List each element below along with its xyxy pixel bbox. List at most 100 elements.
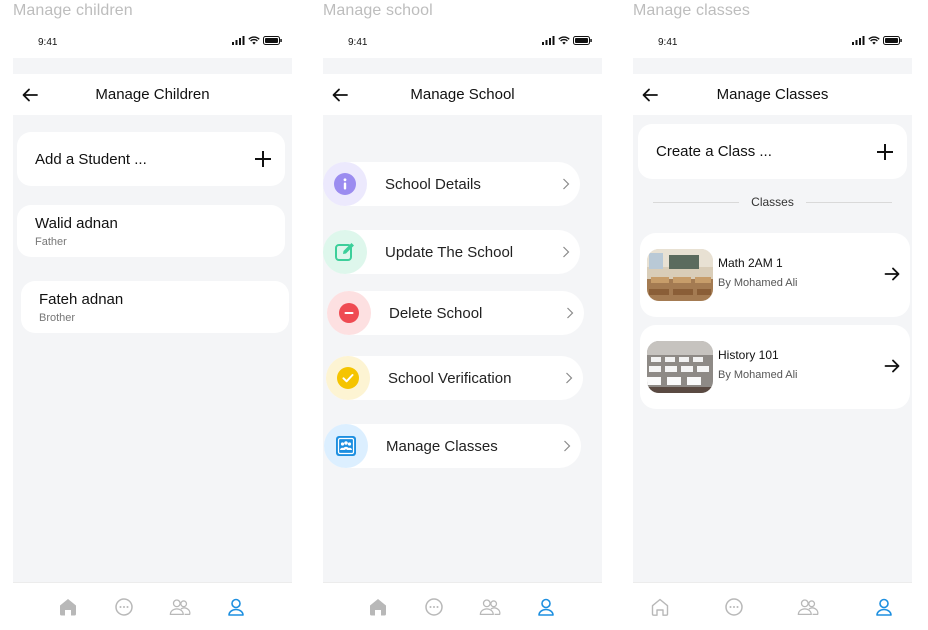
home-icon xyxy=(651,598,669,616)
check-icon xyxy=(337,367,359,389)
child-name: Fateh adnan xyxy=(39,291,124,308)
classroom-photo xyxy=(647,249,713,301)
menu-label: Delete School xyxy=(389,305,483,322)
nav-users[interactable] xyxy=(169,596,191,618)
delete-icon-badge xyxy=(327,291,371,335)
status-bar: 9:41 xyxy=(13,25,292,58)
wifi-icon xyxy=(248,36,260,45)
signal-icon xyxy=(542,36,555,45)
edit-icon-badge xyxy=(323,230,367,274)
nav-home[interactable] xyxy=(649,596,671,618)
users-icon xyxy=(169,599,191,615)
section-label: Classes xyxy=(751,195,794,209)
battery-icon xyxy=(883,36,902,45)
nav-chat[interactable] xyxy=(423,596,445,618)
nav-users[interactable] xyxy=(797,596,819,618)
frame-label-manage-children: Manage children xyxy=(13,2,133,19)
delete-icon xyxy=(339,303,359,323)
chat-icon xyxy=(115,598,133,616)
profile-icon xyxy=(228,598,244,616)
nav-home[interactable] xyxy=(57,596,79,618)
status-bar: 9:41 xyxy=(633,25,912,58)
classroom-icon xyxy=(336,436,356,456)
chevron-right-icon xyxy=(563,178,570,190)
class-teacher: By Mohamed Ali xyxy=(718,277,798,289)
page-title: Manage School xyxy=(410,86,515,103)
classes-section-divider: Classes xyxy=(653,195,892,209)
status-icons xyxy=(852,36,902,45)
nav-chat[interactable] xyxy=(113,596,135,618)
class-title: History 101 xyxy=(718,348,779,362)
menu-delete-school[interactable]: Delete School xyxy=(327,291,584,335)
bottom-nav xyxy=(13,582,292,630)
info-icon-badge xyxy=(323,162,367,206)
plus-icon xyxy=(255,151,271,167)
battery-icon xyxy=(573,36,592,45)
nav-profile[interactable] xyxy=(535,596,557,618)
nav-profile[interactable] xyxy=(873,596,895,618)
home-icon xyxy=(60,599,76,616)
profile-icon xyxy=(538,598,554,616)
chevron-right-icon xyxy=(563,246,570,258)
phone-manage-school: 9:41 Manage School School Details Update… xyxy=(323,25,602,630)
class-card[interactable]: Math 2AM 1 By Mohamed Ali xyxy=(640,233,910,317)
nav-profile[interactable] xyxy=(225,596,247,618)
class-title: Math 2AM 1 xyxy=(718,256,783,270)
divider-line xyxy=(805,201,892,203)
users-icon xyxy=(479,599,501,615)
child-card[interactable]: Walid adnan Father xyxy=(17,205,285,257)
home-icon xyxy=(370,599,386,616)
add-student-label: Add a Student ... xyxy=(35,150,147,168)
phone-manage-children: 9:41 Manage Children Add a Student ... W… xyxy=(13,25,292,630)
bottom-nav xyxy=(633,582,912,630)
battery-icon xyxy=(263,36,282,45)
status-icons xyxy=(232,36,282,45)
menu-label: Manage Classes xyxy=(386,438,498,455)
arrow-right-icon xyxy=(884,267,900,281)
menu-update-school[interactable]: Update The School xyxy=(323,230,580,274)
divider-line xyxy=(653,201,740,203)
child-card[interactable]: Fateh adnan Brother xyxy=(21,281,289,333)
child-relation: Brother xyxy=(39,312,76,324)
signal-icon xyxy=(852,36,865,45)
info-icon xyxy=(334,173,356,195)
status-time: 9:41 xyxy=(38,37,58,48)
signal-icon xyxy=(232,36,245,45)
class-card[interactable]: History 101 By Mohamed Ali xyxy=(640,325,910,409)
menu-label: School Details xyxy=(385,176,481,193)
chat-icon xyxy=(725,598,743,616)
bottom-nav xyxy=(323,582,602,630)
page-title: Manage Children xyxy=(95,86,210,103)
classroom-icon-badge xyxy=(324,424,368,468)
menu-school-details[interactable]: School Details xyxy=(323,162,580,206)
menu-school-verification[interactable]: School Verification xyxy=(326,356,583,400)
plus-icon xyxy=(877,143,893,160)
chevron-right-icon xyxy=(567,307,574,319)
app-bar: Manage School xyxy=(323,74,602,115)
page-title: Manage Classes xyxy=(716,86,829,103)
create-class-label: Create a Class ... xyxy=(656,143,772,160)
class-teacher: By Mohamed Ali xyxy=(718,369,798,381)
menu-label: School Verification xyxy=(388,370,512,387)
chevron-right-icon xyxy=(566,372,573,384)
add-student-button[interactable]: Add a Student ... xyxy=(17,132,285,186)
edit-icon xyxy=(335,243,354,261)
child-relation: Father xyxy=(35,236,67,248)
app-bar: Manage Children xyxy=(13,74,292,115)
nav-home[interactable] xyxy=(367,596,389,618)
status-icons xyxy=(542,36,592,45)
frame-label-manage-classes: Manage classes xyxy=(633,2,751,19)
phone-manage-classes: 9:41 Manage Classes Create a Class ... C… xyxy=(633,25,912,630)
child-name: Walid adnan xyxy=(35,215,118,232)
create-class-button[interactable]: Create a Class ... xyxy=(638,124,907,179)
status-bar: 9:41 xyxy=(323,25,602,58)
nav-chat[interactable] xyxy=(723,596,745,618)
arrow-right-icon xyxy=(884,359,900,373)
menu-manage-classes[interactable]: Manage Classes xyxy=(324,424,581,468)
nav-users[interactable] xyxy=(479,596,501,618)
users-icon xyxy=(797,599,819,615)
profile-icon xyxy=(876,598,892,616)
chat-icon xyxy=(425,598,443,616)
menu-label: Update The School xyxy=(385,244,514,261)
status-time: 9:41 xyxy=(658,37,678,48)
